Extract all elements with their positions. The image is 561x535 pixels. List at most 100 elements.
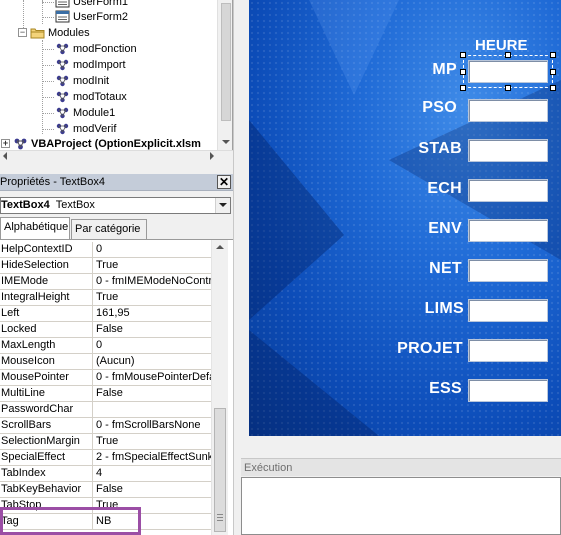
grip-line [217, 520, 223, 521]
property-row-passwordchar[interactable]: PasswordChar [0, 402, 211, 418]
property-value[interactable]: True [96, 258, 211, 273]
property-value[interactable]: True [96, 434, 211, 449]
tree-item-module[interactable]: modVerif [55, 121, 116, 137]
property-row-tabindex[interactable]: TabIndex 4 [0, 466, 211, 482]
tree-horizontal-scrollbar[interactable] [0, 150, 233, 160]
resize-handle[interactable] [460, 69, 466, 75]
property-value[interactable]: 0 - fmScrollBarsNone [96, 418, 211, 433]
property-row-specialeffect[interactable]: SpecialEffect2 - fmSpecialEffectSunken [0, 450, 211, 466]
tree-item-label: modImport [73, 59, 126, 72]
scroll-right-arrow-icon[interactable] [210, 152, 214, 160]
resize-handle[interactable] [460, 85, 466, 91]
property-value[interactable]: True [96, 498, 211, 513]
property-value[interactable]: 0 - fmIMEModeNoControl [96, 274, 211, 289]
tree-item-module[interactable]: modImport [55, 57, 126, 73]
resize-handle[interactable] [505, 85, 511, 91]
property-value[interactable]: False [96, 386, 211, 401]
close-icon[interactable]: ✕ [217, 175, 231, 189]
property-row-mouseicon[interactable]: MouseIcon (Aucun) [0, 354, 211, 370]
property-row-tabkeybehavior[interactable]: TabKeyBehavior False [0, 482, 211, 498]
property-row-left[interactable]: Left 161,95 [0, 306, 211, 322]
property-value[interactable]: 4 [96, 466, 211, 481]
property-name: Left [1, 306, 93, 321]
tree-item-label: UserForm1 [73, 0, 129, 9]
textbox-pso[interactable] [468, 99, 548, 122]
textbox-lims[interactable] [468, 299, 548, 322]
tree-connector [42, 49, 54, 50]
property-value[interactable]: False [96, 482, 211, 497]
resize-handle[interactable] [550, 69, 556, 75]
property-row-selectionmargin[interactable]: SelectionMargin True [0, 434, 211, 450]
textbox-net[interactable] [468, 259, 548, 282]
property-value[interactable]: 0 [96, 338, 211, 353]
property-name: MaxLength [1, 338, 93, 353]
resize-handle[interactable] [550, 85, 556, 91]
tree-item-vbaproject[interactable]: + VBAProject (OptionExplicit.xlsm [1, 136, 201, 150]
tree-connector [42, 129, 54, 130]
tree-item-module[interactable]: modInit [55, 73, 109, 89]
property-row-tag[interactable]: Tag NB [0, 514, 211, 530]
tree-item-userform2[interactable]: UserForm2 [55, 9, 128, 25]
scroll-thumb[interactable] [221, 3, 231, 121]
properties-grid: HelpContextID 0 HideSelection True IMEMode… [0, 239, 233, 535]
property-value[interactable] [96, 402, 211, 417]
property-row-maxlength[interactable]: MaxLength 0 [0, 338, 211, 354]
textbox-env[interactable] [468, 219, 548, 242]
tab-par-categorie[interactable]: Par catégorie [71, 219, 147, 239]
property-row-integralheight[interactable]: IntegralHeight True [0, 290, 211, 306]
property-row-multiline[interactable]: MultiLine False [0, 386, 211, 402]
object-selector[interactable]: TextBox4 TextBox [0, 197, 231, 214]
tree-item-module[interactable]: modTotaux [55, 89, 127, 105]
property-row-helpcontextid[interactable]: HelpContextID 0 [0, 242, 211, 258]
expand-toggle[interactable]: + [1, 138, 10, 148]
property-value[interactable]: NB [96, 514, 211, 529]
selection-frame [463, 55, 553, 88]
textbox-projet[interactable] [468, 339, 548, 362]
textbox-stab[interactable] [468, 139, 548, 162]
tree-item-modules[interactable]: − Modules [18, 25, 90, 41]
resize-handle[interactable] [460, 52, 466, 58]
property-row-hideselection[interactable]: HideSelection True [0, 258, 211, 274]
property-name: MousePointer [1, 370, 93, 385]
scroll-thumb[interactable] [214, 408, 226, 532]
tree-item-module[interactable]: modFonction [55, 41, 137, 57]
tree-item-label: modVerif [73, 123, 117, 136]
field-label-env: ENV [428, 220, 462, 237]
property-value[interactable]: (Aucun) [96, 354, 211, 369]
textbox-ech[interactable] [468, 179, 548, 202]
tree-vertical-scrollbar[interactable] [217, 0, 232, 150]
immediate-window[interactable] [241, 477, 561, 535]
tree-item-label: VBAProject (OptionExplicit.xlsm [31, 138, 201, 150]
property-row-mousepointer[interactable]: MousePointer0 - fmMousePointerDefault [0, 370, 211, 386]
property-name: TabStop [1, 498, 93, 513]
scroll-down-arrow-icon[interactable] [222, 140, 230, 144]
property-name: MouseIcon [1, 354, 93, 369]
resize-handle[interactable] [505, 52, 511, 58]
property-row-tabstop[interactable]: TabStop True [0, 498, 211, 514]
tree-connector [42, 97, 54, 98]
tab-label: Par catégorie [75, 223, 141, 235]
properties-vertical-scrollbar[interactable] [211, 240, 228, 535]
field-label-mp: MP [432, 61, 457, 78]
property-row-locked[interactable]: Locked False [0, 322, 211, 338]
textbox-ess[interactable] [468, 379, 548, 402]
property-value[interactable]: 161,95 [96, 306, 211, 321]
tree-item-label: UserForm2 [73, 11, 129, 24]
resize-handle[interactable] [550, 52, 556, 58]
property-value[interactable]: True [96, 290, 211, 305]
tree-connector [42, 65, 54, 66]
property-name: IMEMode [1, 274, 93, 289]
property-row-imemode[interactable]: IMEMode 0 - fmIMEModeNoControl [0, 274, 211, 290]
collapse-toggle[interactable]: − [18, 27, 27, 37]
dropdown-button[interactable] [215, 198, 230, 213]
scroll-up-arrow-icon[interactable] [216, 245, 224, 249]
tab-alphabetique[interactable]: Alphabétique [0, 217, 70, 239]
tree-item-module[interactable]: Module1 [55, 105, 115, 121]
scroll-left-arrow-icon[interactable] [3, 152, 7, 160]
property-row-scrollbars[interactable]: ScrollBars 0 - fmScrollBarsNone [0, 418, 211, 434]
property-value[interactable]: 2 - fmSpecialEffectSunken [96, 450, 211, 465]
property-value[interactable]: 0 - fmMousePointerDefault [96, 370, 211, 385]
property-value[interactable]: False [96, 322, 211, 337]
property-value[interactable]: 0 [96, 242, 211, 257]
pane-splitter[interactable] [233, 0, 241, 535]
